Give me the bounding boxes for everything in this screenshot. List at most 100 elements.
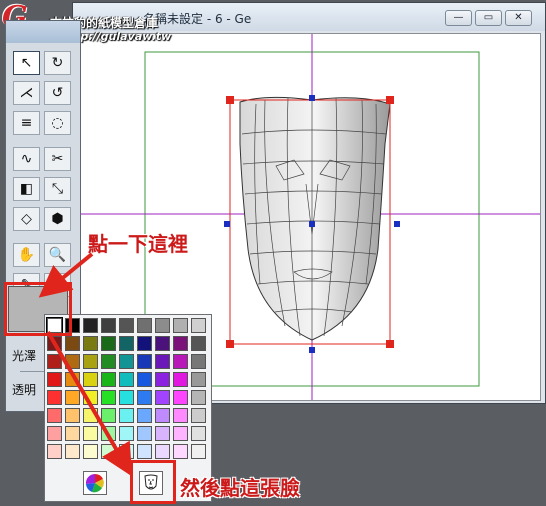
color-cell[interactable] bbox=[83, 336, 98, 351]
color-cell[interactable] bbox=[65, 390, 80, 405]
color-cell[interactable] bbox=[173, 354, 188, 369]
color-cell[interactable] bbox=[47, 354, 62, 369]
color-cell[interactable] bbox=[65, 444, 80, 459]
color-cell[interactable] bbox=[119, 372, 134, 387]
color-cell[interactable] bbox=[173, 318, 188, 333]
color-cell[interactable] bbox=[173, 336, 188, 351]
color-cell[interactable] bbox=[137, 354, 152, 369]
color-cell[interactable] bbox=[101, 390, 116, 405]
color-cell[interactable] bbox=[65, 336, 80, 351]
bend-icon: ⋌ bbox=[19, 85, 34, 101]
color-cell[interactable] bbox=[65, 426, 80, 441]
tool-button[interactable]: ⬢ bbox=[44, 207, 71, 231]
color-cell[interactable] bbox=[65, 408, 80, 423]
color-cell[interactable] bbox=[101, 444, 116, 459]
color-cell[interactable] bbox=[191, 354, 206, 369]
color-cell[interactable] bbox=[173, 390, 188, 405]
tool-button[interactable]: ∿ bbox=[13, 147, 40, 171]
color-wheel-button[interactable] bbox=[83, 471, 107, 495]
color-cell[interactable] bbox=[173, 372, 188, 387]
color-cell[interactable] bbox=[83, 444, 98, 459]
hand-icon: ✋ bbox=[17, 247, 36, 263]
color-cell[interactable] bbox=[191, 372, 206, 387]
color-cell[interactable] bbox=[119, 426, 134, 441]
tool-button[interactable]: ⋌ bbox=[13, 81, 40, 105]
color-cell[interactable] bbox=[119, 408, 134, 423]
color-cell[interactable] bbox=[155, 426, 170, 441]
color-cell[interactable] bbox=[137, 408, 152, 423]
color-cell[interactable] bbox=[83, 390, 98, 405]
color-cell[interactable] bbox=[191, 444, 206, 459]
tool-button[interactable]: ✋ bbox=[13, 243, 40, 267]
color-cell[interactable] bbox=[137, 444, 152, 459]
color-cell[interactable] bbox=[65, 372, 80, 387]
color-cell[interactable] bbox=[173, 408, 188, 423]
gloss-label: 光澤 bbox=[12, 349, 37, 363]
color-cell[interactable] bbox=[47, 336, 62, 351]
color-cell[interactable] bbox=[101, 354, 116, 369]
color-cell[interactable] bbox=[191, 390, 206, 405]
tool-button[interactable]: ◇ bbox=[13, 207, 40, 231]
tool-button[interactable]: ↻ bbox=[44, 51, 71, 75]
color-cell[interactable] bbox=[191, 408, 206, 423]
color-cell[interactable] bbox=[137, 426, 152, 441]
color-cell[interactable] bbox=[47, 444, 62, 459]
tool-button[interactable]: ⤡ bbox=[44, 177, 71, 201]
color-cell[interactable] bbox=[83, 372, 98, 387]
tool-button[interactable]: ✂ bbox=[44, 147, 71, 171]
color-cell[interactable] bbox=[119, 336, 134, 351]
color-cell[interactable] bbox=[83, 354, 98, 369]
annotation-then-click-face: 然後點這張臉 bbox=[180, 476, 300, 500]
color-cell[interactable] bbox=[119, 390, 134, 405]
color-cell[interactable] bbox=[119, 318, 134, 333]
color-cell[interactable] bbox=[101, 426, 116, 441]
color-cell[interactable] bbox=[155, 408, 170, 423]
face-icon: ◇ bbox=[21, 211, 32, 227]
color-cell[interactable] bbox=[137, 318, 152, 333]
color-cell[interactable] bbox=[83, 408, 98, 423]
rotate-alt-icon: ↺ bbox=[51, 85, 64, 101]
restore-button[interactable]: ▭ bbox=[475, 10, 502, 26]
tool-button[interactable]: 🔍 bbox=[44, 243, 71, 267]
color-wheel-icon bbox=[85, 473, 104, 493]
color-cell[interactable] bbox=[101, 336, 116, 351]
color-cell[interactable] bbox=[155, 318, 170, 333]
color-cell[interactable] bbox=[47, 426, 62, 441]
lasso-icon: ◌ bbox=[51, 115, 64, 131]
color-cell[interactable] bbox=[191, 318, 206, 333]
color-cell[interactable] bbox=[83, 426, 98, 441]
color-cell[interactable] bbox=[65, 354, 80, 369]
color-cell[interactable] bbox=[101, 408, 116, 423]
color-cell[interactable] bbox=[137, 390, 152, 405]
color-cell[interactable] bbox=[101, 318, 116, 333]
tool-button[interactable]: ↖ bbox=[13, 51, 40, 75]
color-cell[interactable] bbox=[47, 408, 62, 423]
tool-button[interactable]: ≡ bbox=[13, 111, 40, 135]
transparent-label: 透明 bbox=[12, 383, 37, 397]
close-button[interactable]: ✕ bbox=[505, 10, 532, 26]
tool-button[interactable]: ↺ bbox=[44, 81, 71, 105]
color-cell[interactable] bbox=[47, 372, 62, 387]
color-cell[interactable] bbox=[137, 372, 152, 387]
pen-path-icon: ∿ bbox=[20, 151, 33, 167]
color-cell[interactable] bbox=[173, 426, 188, 441]
color-cell[interactable] bbox=[137, 336, 152, 351]
color-cell[interactable] bbox=[191, 426, 206, 441]
minimize-button[interactable]: — bbox=[445, 10, 472, 26]
color-cell[interactable] bbox=[155, 444, 170, 459]
color-cell[interactable] bbox=[119, 444, 134, 459]
color-cell[interactable] bbox=[47, 390, 62, 405]
color-cell[interactable] bbox=[155, 354, 170, 369]
color-cell[interactable] bbox=[155, 372, 170, 387]
tool-button[interactable]: ◧ bbox=[13, 177, 40, 201]
color-cell[interactable] bbox=[173, 444, 188, 459]
tool-button[interactable]: ◌ bbox=[44, 111, 71, 135]
color-cell[interactable] bbox=[83, 318, 98, 333]
color-cell[interactable] bbox=[155, 390, 170, 405]
color-cell[interactable] bbox=[155, 336, 170, 351]
tool-palette-titlebar[interactable] bbox=[6, 21, 80, 43]
color-cell[interactable] bbox=[119, 354, 134, 369]
color-cell[interactable] bbox=[101, 372, 116, 387]
face-mesh[interactable] bbox=[239, 96, 391, 341]
color-cell[interactable] bbox=[191, 336, 206, 351]
